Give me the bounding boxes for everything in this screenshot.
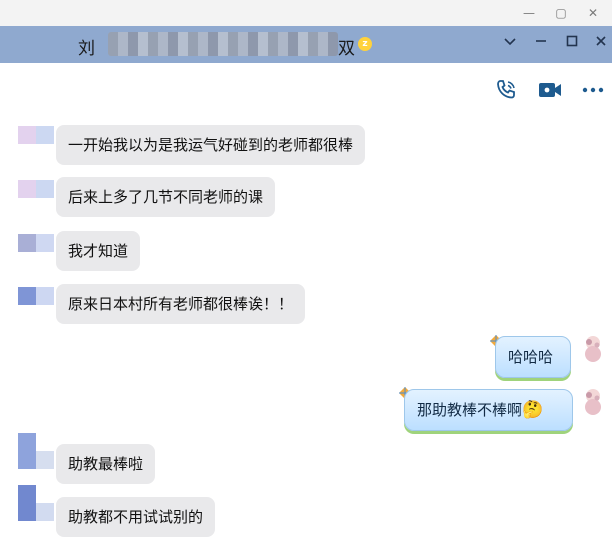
- contact-name-prefix: 刘: [78, 39, 95, 59]
- avatar: [18, 433, 54, 469]
- message-bubble-incoming[interactable]: 后来上多了几节不同老师的课: [56, 177, 276, 217]
- avatar: [18, 126, 54, 144]
- close-icon[interactable]: ✕: [583, 4, 603, 22]
- message-bubble-outgoing[interactable]: 那助教棒不棒啊🤔: [404, 389, 573, 431]
- message-bubble-incoming[interactable]: 我才知道: [56, 231, 141, 271]
- message-bubble-incoming[interactable]: 一开始我以为是我运气好碰到的老师都很棒: [56, 125, 366, 165]
- minimize-icon[interactable]: [530, 33, 552, 55]
- avatar: [580, 386, 606, 416]
- chevron-down-icon[interactable]: [499, 33, 521, 55]
- message-bubble-outgoing[interactable]: 哈哈哈: [495, 336, 571, 378]
- close-icon[interactable]: [590, 33, 612, 55]
- contact-name-suffix: 双: [338, 39, 355, 59]
- message-bubble-incoming[interactable]: 原来日本村所有老师都很棒诶！！: [56, 284, 306, 324]
- avatar: [18, 234, 54, 252]
- status-badge: z: [358, 37, 372, 51]
- maximize-icon[interactable]: [561, 33, 583, 55]
- avatar: [18, 287, 54, 305]
- restore-icon[interactable]: ▢: [551, 4, 571, 22]
- avatar: [18, 485, 54, 521]
- message-text: 那助教棒不棒啊: [417, 401, 523, 419]
- contact-name-redacted: [108, 32, 338, 56]
- message-bubble-incoming[interactable]: 助教都不用试试别的: [56, 497, 216, 537]
- thinking-face-icon: 🤔: [522, 400, 544, 420]
- message-list[interactable]: 一开始我以为是我运气好碰到的老师都很棒 后来上多了几节不同老师的课 我才知道 原…: [0, 63, 612, 542]
- avatar: [580, 333, 606, 363]
- avatar: [18, 180, 54, 198]
- message-bubble-incoming[interactable]: 助教最棒啦: [56, 444, 156, 484]
- minimize-icon[interactable]: —: [519, 4, 539, 22]
